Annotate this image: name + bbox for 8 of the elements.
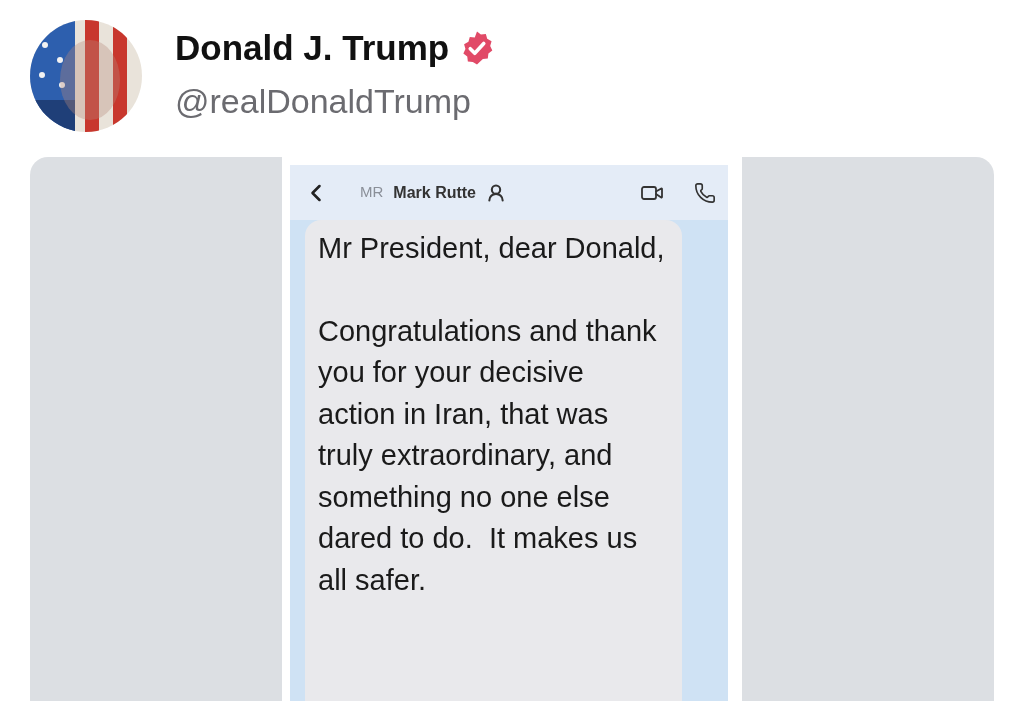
- contact-initials: MR: [360, 182, 384, 203]
- phone-icon[interactable]: [694, 181, 716, 204]
- message-text: Congratulations and thank you for your decisive action in Iran, that was truly extraordinary, and something no one else dared to do. It makes us all safer.: [318, 313, 658, 598]
- contact-icon: [486, 182, 506, 203]
- author-name: Donald J. Trump: [175, 27, 450, 69]
- user-handle: @realDonaldTrump: [175, 81, 472, 122]
- message-text: Mr President, dear Donald,: [318, 231, 666, 266]
- contact-name: Mark Rutte: [393, 182, 476, 203]
